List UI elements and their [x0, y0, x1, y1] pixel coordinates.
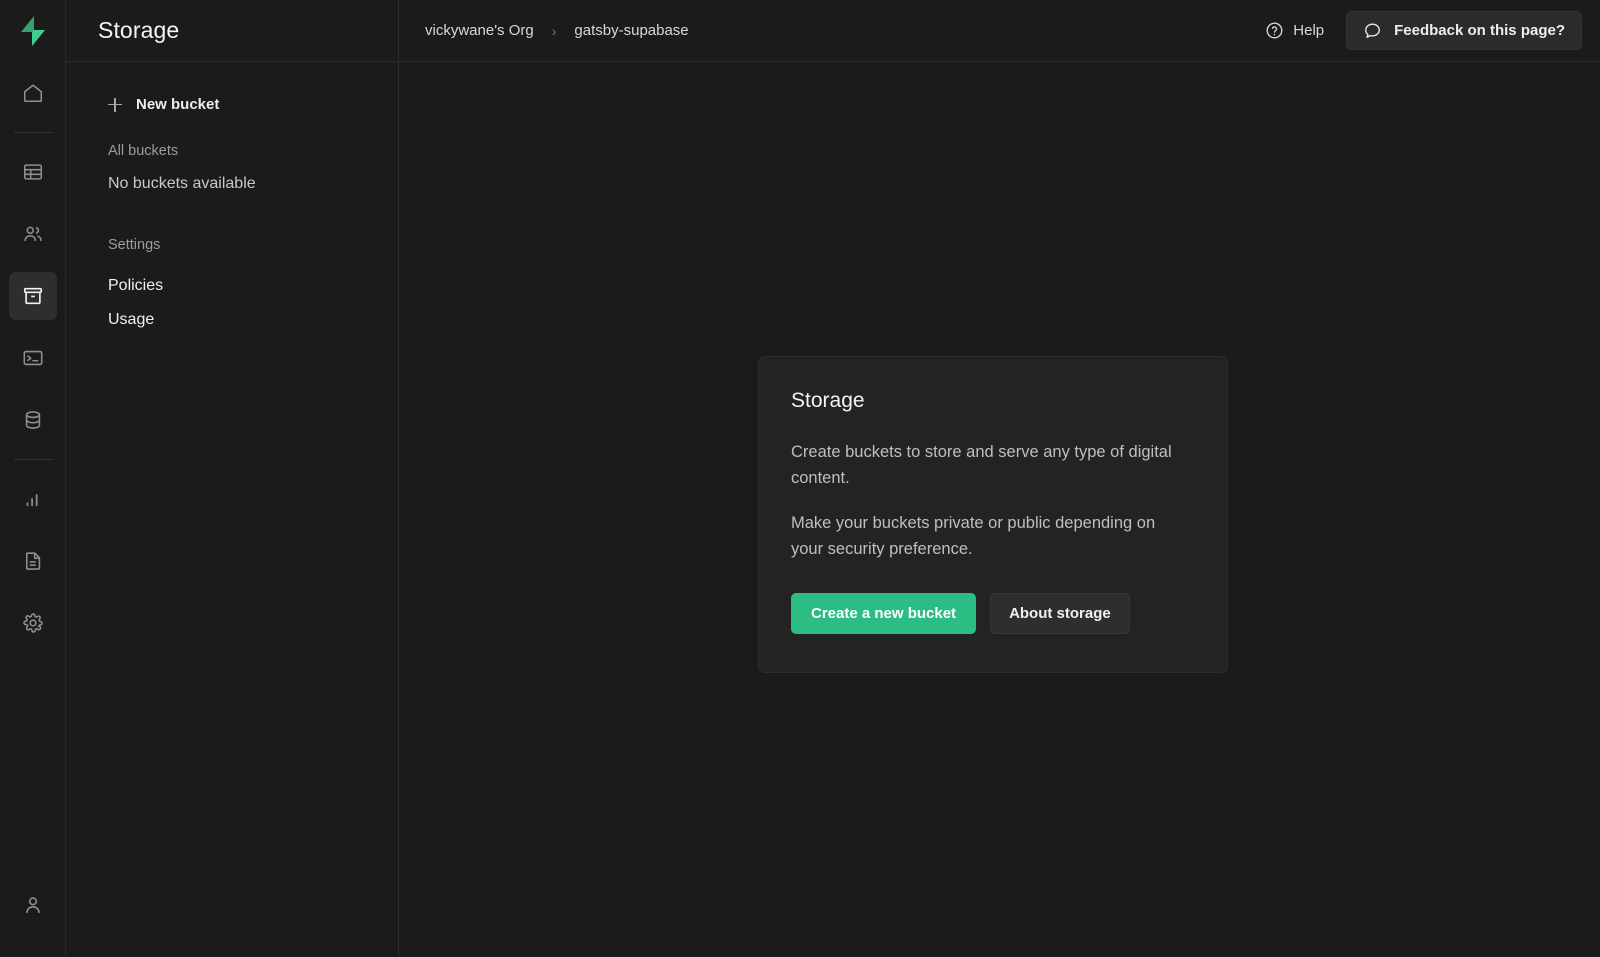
sql-editor-terminal-icon	[23, 350, 42, 366]
sidebar-item-usage[interactable]: Usage	[66, 303, 398, 337]
reports-bar-chart-icon	[26, 494, 38, 507]
table-editor-icon	[23, 164, 42, 180]
create-new-bucket-button[interactable]: Create a new bucket	[791, 592, 977, 634]
app-root: Storage New bucket All buckets No bucket…	[0, 0, 1600, 957]
question-circle-icon	[1266, 22, 1283, 39]
account-button[interactable]	[9, 881, 57, 929]
settings-gear-icon	[22, 613, 43, 633]
about-storage-button[interactable]: About storage	[990, 592, 1130, 634]
storage-empty-state-canvas: Storage Create buckets to store and serv…	[399, 62, 1600, 957]
icon-rail	[0, 0, 66, 957]
sidebar-item-logs[interactable]	[9, 537, 57, 585]
sidebar-item-database[interactable]	[9, 396, 57, 444]
supabase-logo-icon	[20, 16, 45, 46]
authentication-users-icon	[23, 226, 42, 242]
settings-section-label: Settings	[108, 237, 161, 253]
page-title: Storage	[98, 17, 180, 43]
card-title: Storage	[791, 389, 865, 412]
sidebar-item-authentication[interactable]	[9, 210, 57, 258]
card-actions: Create a new bucket About storage	[791, 592, 1189, 634]
storage-nav-panel: Storage New bucket All buckets No bucket…	[66, 0, 399, 957]
user-account-icon	[25, 897, 40, 914]
sidebar-item-sql-editor[interactable]	[9, 334, 57, 382]
feedback-button[interactable]: Feedback on this page?	[1346, 11, 1582, 50]
top-bar-actions: Help Feedback on this page?	[1257, 11, 1582, 50]
storage-info-card: Storage Create buckets to store and serv…	[758, 356, 1228, 673]
all-buckets-section-label: All buckets	[108, 143, 179, 159]
no-buckets-available-text: No buckets available	[108, 175, 256, 192]
top-bar: vickywane's Org › gatsby-supabase Help F…	[399, 0, 1600, 62]
sidebar-item-policies[interactable]: Policies	[66, 269, 398, 303]
new-bucket-label: New bucket	[136, 96, 220, 113]
breadcrumb-org[interactable]: vickywane's Org	[425, 22, 534, 39]
storage-archive-icon	[23, 287, 42, 305]
card-paragraph-2: Make your buckets private or public depe…	[791, 513, 1156, 559]
supabase-logo[interactable]	[0, 0, 66, 62]
rail-divider-top	[13, 132, 52, 133]
speech-bubble-icon	[1365, 23, 1381, 38]
feedback-label: Feedback on this page?	[1394, 22, 1565, 39]
breadcrumb-project[interactable]: gatsby-supabase	[574, 22, 688, 39]
sidebar-item-table-editor[interactable]	[9, 148, 57, 196]
sidebar-item-reports[interactable]	[9, 475, 57, 523]
nav-body: New bucket All buckets No buckets availa…	[66, 62, 398, 337]
nav-header: Storage	[66, 0, 398, 62]
rail-divider-bottom	[13, 459, 52, 460]
chevron-right-icon: ›	[551, 22, 557, 39]
card-paragraph-1: Create buckets to store and serve any ty…	[791, 443, 1172, 488]
plus-icon	[108, 97, 122, 112]
new-bucket-button[interactable]: New bucket	[66, 88, 398, 121]
help-button[interactable]: Help	[1257, 15, 1332, 46]
logs-document-icon	[25, 552, 40, 570]
sidebar-item-settings[interactable]	[9, 599, 57, 647]
database-icon	[25, 411, 40, 429]
main-content: vickywane's Org › gatsby-supabase Help F…	[399, 0, 1600, 957]
home-icon	[23, 84, 42, 103]
sidebar-item-home[interactable]	[9, 69, 57, 117]
help-label: Help	[1293, 22, 1325, 39]
breadcrumb: vickywane's Org › gatsby-supabase	[425, 22, 689, 39]
sidebar-item-storage[interactable]	[8, 272, 57, 320]
